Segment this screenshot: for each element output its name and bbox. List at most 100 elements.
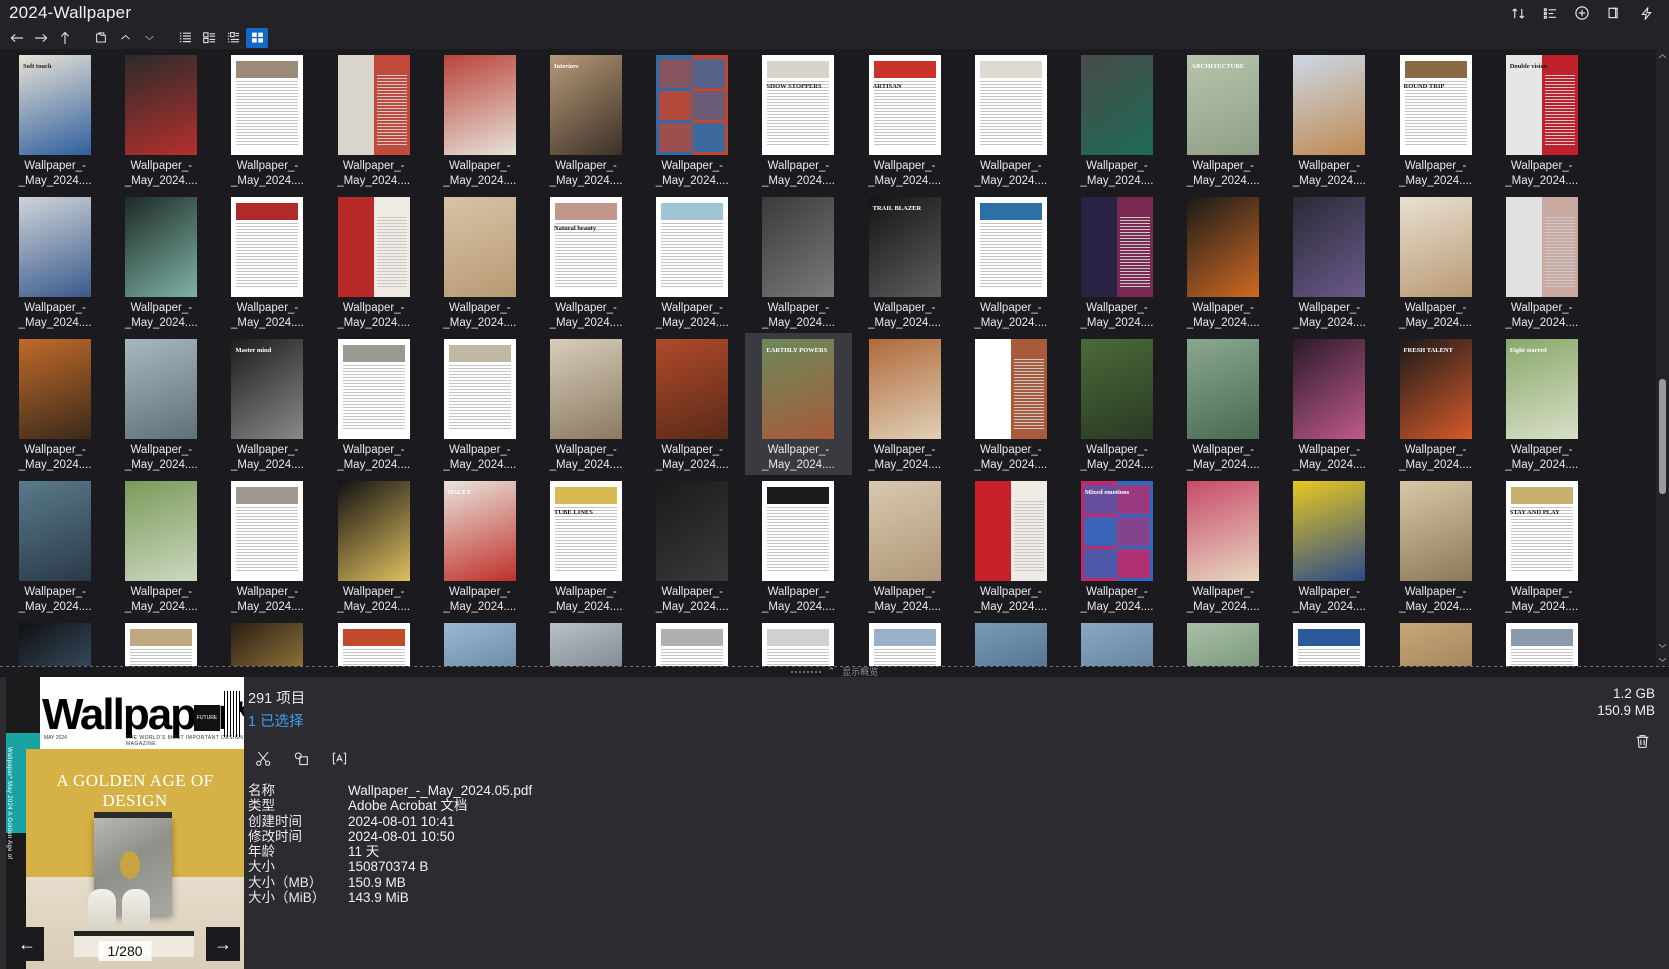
file-grid-item[interactable]: Wallpaper_- _May_2024.... [745,475,851,617]
file-grid-item[interactable]: TRAIL BLAZERWallpaper_- _May_2024.... [852,191,958,333]
copy-button[interactable] [286,745,316,771]
file-grid-item[interactable]: Wallpaper_- _May_2024.... [852,475,958,617]
file-grid-item[interactable]: TUBE LINESWallpaper_- _May_2024.... [533,475,639,617]
scroll-up-arrow[interactable] [1656,49,1669,63]
file-grid-item[interactable]: Wallpaper_- _May_2024.... [1382,617,1488,666]
file-grid-item[interactable]: Wallpaper_- _May_2024.... [2,475,108,617]
file-grid-item[interactable]: Wallpaper_- _May_2024.... [639,617,745,666]
view-list-button[interactable] [174,28,196,48]
file-grid-item[interactable]: Wallpaper_- _May_2024.... [321,475,427,617]
add-circle-icon[interactable] [1569,2,1595,24]
back-button[interactable] [6,28,28,48]
scrollbar-track[interactable] [1656,63,1669,638]
file-grid-item[interactable]: Wallpaper_- _May_2024.... [852,333,958,475]
file-grid-item[interactable]: Wallpaper_- _May_2024.... [214,191,320,333]
view-tiles-button[interactable] [198,28,220,48]
file-grid-item[interactable]: Wallpaper_- _May_2024.... [745,617,851,666]
file-grid-item[interactable]: Wallpaper_- _May_2024.... [958,49,1064,191]
file-grid-item[interactable]: Natural beautyWallpaper_- _May_2024.... [533,191,639,333]
file-grid-item[interactable]: Wallpaper_- _May_2024.... [1170,333,1276,475]
file-grid-item[interactable]: Wallpaper_- _May_2024.... [533,617,639,666]
file-grid-item[interactable]: Wallpaper_- _May_2024.... [958,191,1064,333]
file-grid-item[interactable]: STAY AND PLAYWallpaper_- _May_2024.... [1489,475,1595,617]
file-grid-item[interactable]: Wallpaper_- _May_2024.... [639,191,745,333]
file-grid-item[interactable]: Wallpaper_- _May_2024.... [1382,475,1488,617]
file-grid-item[interactable]: Wallpaper_- _May_2024.... [745,191,851,333]
file-grid-item[interactable]: Double visionWallpaper_- _May_2024.... [1489,49,1595,191]
file-grid-item[interactable]: Soft touchWallpaper_- _May_2024.... [2,49,108,191]
view-thumbnails-button[interactable] [246,28,268,48]
file-grid-item[interactable]: Master mindWallpaper_- _May_2024.... [214,333,320,475]
file-grid-item[interactable]: Wallpaper_- _May_2024.... [958,333,1064,475]
clipboard-icon[interactable] [1601,2,1627,24]
list-detail-icon[interactable] [1537,2,1563,24]
cut-button[interactable] [248,745,278,771]
file-grid-item[interactable]: ROUND TRIPWallpaper_- _May_2024.... [1382,49,1488,191]
file-grid-item[interactable]: Wallpaper_- _May_2024.... [321,49,427,191]
file-grid-item[interactable]: Wallpaper_- _May_2024.... [1064,333,1170,475]
file-grid-item[interactable]: Wallpaper_- _May_2024.... [958,617,1064,666]
file-grid-item[interactable]: Wallpaper_- _May_2024.... [1170,475,1276,617]
scrollbar-thumb[interactable] [1659,379,1666,494]
file-grid-item[interactable]: Wallpaper_- _May_2024.... [108,49,214,191]
file-grid-item[interactable]: FRESH TALENTWallpaper_- _May_2024.... [1382,333,1488,475]
file-grid-item[interactable]: Wallpaper_- _May_2024.... [108,475,214,617]
vertical-scrollbar[interactable] [1656,49,1669,666]
file-grid-item[interactable]: Wallpaper_- _May_2024.... [214,617,320,666]
view-details-button[interactable] [222,28,244,48]
file-grid-item[interactable]: Wallpaper_- _May_2024.... [427,191,533,333]
file-grid-item[interactable]: EARTHLY POWERSWallpaper_- _May_2024.... [745,333,851,475]
forward-button[interactable] [30,28,52,48]
preview-prev-button[interactable]: ← [10,927,44,961]
file-grid-item[interactable]: ARTISANWallpaper_- _May_2024.... [852,49,958,191]
file-grid-item[interactable]: Wallpaper_- _May_2024.... [214,475,320,617]
history-down-icon[interactable] [138,28,160,48]
file-grid-item[interactable]: ARCHITECTUREWallpaper_- _May_2024.... [1170,49,1276,191]
file-grid-item[interactable]: Wallpaper_- _May_2024.... [1489,191,1595,333]
file-grid-item[interactable]: Wallpaper_- _May_2024.... [321,333,427,475]
file-grid-item[interactable]: Wallpaper_- _May_2024.... [533,333,639,475]
file-grid-item[interactable]: Wallpaper_- _May_2024.... [1276,49,1382,191]
file-grid-item[interactable]: Wallpaper_- _May_2024.... [2,191,108,333]
file-grid-item[interactable]: Eight starredWallpaper_- _May_2024.... [1489,333,1595,475]
file-grid-item[interactable]: Wallpaper_- _May_2024.... [1170,617,1276,666]
file-grid-item[interactable]: Wallpaper_- _May_2024.... [2,333,108,475]
panel-splitter[interactable]: ⌃ 显示概览 [0,666,1669,677]
file-grid-item[interactable]: Wallpaper_- _May_2024.... [1064,617,1170,666]
file-grid-item[interactable]: Mixed emotionsWallpaper_- _May_2024.... [1064,475,1170,617]
file-grid-item[interactable]: Wallpaper_- _May_2024.... [108,191,214,333]
file-grid-item[interactable]: Wallpaper_- _May_2024.... [1064,191,1170,333]
file-grid-item[interactable]: Wallpaper_- _May_2024.... [214,49,320,191]
file-grid-item[interactable]: Wallpaper_- _May_2024.... [427,617,533,666]
file-grid-scroll-area[interactable]: Soft touchWallpaper_- _May_2024.... Wallp… [0,49,1669,666]
file-grid-item[interactable]: SHOW STOPPERSWallpaper_- _May_2024.... [745,49,851,191]
file-grid-item[interactable]: Wallpaper_- _May_2024.... [1276,617,1382,666]
file-grid-item[interactable]: Wallpaper_- _May_2024.... [958,475,1064,617]
file-grid-item[interactable]: Wallpaper_- _May_2024.... [1276,191,1382,333]
file-grid-item[interactable]: Wallpaper_- _May_2024.... [321,191,427,333]
new-folder-icon[interactable] [90,28,112,48]
file-grid-item[interactable]: Wallpaper_- _May_2024.... [1382,191,1488,333]
file-grid-item[interactable]: Wallpaper_- _May_2024.... [1489,617,1595,666]
selected-count-label[interactable]: 1 已选择 [248,710,532,731]
file-grid-item[interactable]: Wallpaper_- _May_2024.... [2,617,108,666]
preview-pane[interactable]: Wallpaper* May 2024 A Golden Age of Desi… [6,677,244,969]
file-grid-item[interactable]: Wallpaper_- _May_2024.... [1064,49,1170,191]
file-grid-item[interactable]: Wallpaper_- _May_2024.... [108,617,214,666]
history-up-icon[interactable] [114,28,136,48]
file-grid-item[interactable]: HALEYWallpaper_- _May_2024.... [427,475,533,617]
file-grid-item[interactable]: Wallpaper_- _May_2024.... [852,617,958,666]
file-grid-item[interactable]: InteriorsWallpaper_- _May_2024.... [533,49,639,191]
file-grid-item[interactable]: Wallpaper_- _May_2024.... [639,475,745,617]
scroll-end-arrow[interactable] [1656,652,1669,666]
file-grid-item[interactable]: Wallpaper_- _May_2024.... [639,333,745,475]
file-grid-item[interactable]: Wallpaper_- _May_2024.... [1276,475,1382,617]
file-grid-item[interactable]: Wallpaper_- _May_2024.... [1170,191,1276,333]
sort-icon[interactable] [1505,2,1531,24]
splitter-grip[interactable] [791,671,821,673]
file-grid-item[interactable]: Wallpaper_- _May_2024.... [108,333,214,475]
file-grid-item[interactable]: Wallpaper_- _May_2024.... [321,617,427,666]
rename-button[interactable] [324,745,354,771]
file-grid-item[interactable]: Wallpaper_- _May_2024.... [427,333,533,475]
preview-next-button[interactable]: → [206,927,240,961]
